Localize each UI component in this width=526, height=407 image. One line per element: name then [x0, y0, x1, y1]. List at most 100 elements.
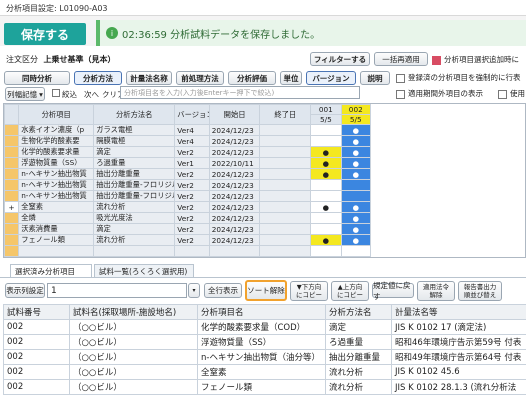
- cell-method[interactable]: 滴定: [93, 146, 176, 159]
- cell-version[interactable]: Ver2: [174, 190, 210, 203]
- grid-row[interactable]: + 全窒素 流れ分析 Ver2 2024/12/23 ● ●: [4, 201, 372, 214]
- reset-default-button[interactable]: 規定値に戻す: [372, 281, 414, 301]
- column-toggle-button[interactable]: 分析方法: [74, 71, 122, 85]
- cell-start[interactable]: 2024/12/23: [208, 135, 261, 148]
- cell-method[interactable]: 流れ分析: [93, 234, 176, 247]
- cell-sample-002[interactable]: [340, 245, 372, 257]
- cell-end[interactable]: [259, 179, 312, 192]
- cell-version[interactable]: Ver2: [174, 201, 210, 214]
- table-cell[interactable]: （○○ビル）: [69, 379, 198, 395]
- cell-sample-001[interactable]: ●: [310, 157, 342, 170]
- checkbox-icon[interactable]: [52, 89, 60, 97]
- cell-start[interactable]: 2024/12/23: [208, 179, 261, 192]
- cell-sample-001[interactable]: [310, 223, 342, 236]
- cell-version[interactable]: [174, 245, 210, 257]
- cell-start[interactable]: 2024/12/23: [208, 234, 261, 247]
- search-input[interactable]: 分析項目名を入力(入力後Enterキー押下で絞込): [120, 86, 360, 99]
- grid-row[interactable]: 化学的酸素要求量 滴定 Ver2 2024/12/23 ● ●: [4, 146, 372, 159]
- cell-item[interactable]: 水素イオン濃度（p: [18, 124, 95, 137]
- cell-start[interactable]: 2024/12/23: [208, 146, 261, 159]
- table-cell[interactable]: （○○ビル）: [69, 334, 198, 350]
- table-cell[interactable]: ろ過重量: [325, 334, 392, 350]
- force-display-option[interactable]: 登録済の分析項目を強制的に行表: [396, 72, 521, 83]
- table-cell[interactable]: 滴定: [325, 319, 392, 335]
- grid-row[interactable]: 水素イオン濃度（p ガラス電極 Ver4 2024/12/23 ●: [4, 124, 372, 137]
- cell-sample-002[interactable]: ●: [340, 168, 372, 181]
- cell-sample-001[interactable]: [310, 190, 342, 203]
- row-header[interactable]: [4, 234, 20, 247]
- col-header-regulation[interactable]: 計量法名等: [391, 304, 526, 320]
- table-cell[interactable]: 流れ分析: [325, 364, 392, 380]
- col-header-method-name[interactable]: 分析方法名: [325, 304, 392, 320]
- cell-item[interactable]: n-ヘキサン抽出物質: [18, 168, 95, 181]
- cell-version[interactable]: Ver2: [174, 146, 210, 159]
- table-cell[interactable]: 002: [3, 319, 70, 335]
- grid-row[interactable]: n-ヘキサン抽出物質 抽出分離重量-フロリジル Ver2 2024/12/23: [4, 179, 372, 192]
- tab-sample-list[interactable]: 試料一覧(ろくろく選択用): [94, 264, 194, 278]
- cell-end[interactable]: [259, 190, 312, 203]
- cell-version[interactable]: Ver1: [174, 157, 210, 170]
- table-row[interactable]: 002 （○○ビル） 化学的酸素要求量（COD） 滴定 JIS K 0102 17 (滴…: [3, 319, 526, 335]
- table-cell[interactable]: 昭和49年環境庁告示第64号 付表: [391, 349, 526, 365]
- table-cell[interactable]: フェノール類: [197, 379, 326, 395]
- checkbox-icon[interactable]: [396, 73, 405, 83]
- table-cell[interactable]: 化学的酸素要求量（COD）: [197, 319, 326, 335]
- cell-method[interactable]: 滴定: [93, 223, 176, 236]
- cell-start[interactable]: 2022/10/11: [208, 157, 261, 170]
- save-button[interactable]: 保存する: [4, 23, 86, 45]
- report-order-button[interactable]: 報告書出力 順並び替え: [458, 281, 502, 301]
- cell-sample-001[interactable]: ●: [310, 168, 342, 181]
- table-cell[interactable]: 002: [3, 349, 70, 365]
- column-toggle-button[interactable]: 同時分析: [4, 71, 70, 85]
- cell-sample-002[interactable]: ●: [340, 234, 372, 247]
- row-header[interactable]: [4, 190, 20, 203]
- table-cell[interactable]: 002: [3, 364, 70, 380]
- cell-version[interactable]: Ver4: [174, 124, 210, 137]
- grid-row[interactable]: フェノール類 流れ分析 Ver2 2024/12/23 ● ●: [4, 234, 372, 247]
- col-header-item-name[interactable]: 分析項目名: [197, 304, 326, 320]
- cell-end[interactable]: [259, 124, 312, 137]
- grid-row[interactable]: n-ヘキサン抽出物質 抽出分離重量-フロリジル Ver2 2024/12/23: [4, 190, 372, 203]
- table-row[interactable]: 002 （○○ビル） 浮遊物質量（SS） ろ過重量 昭和46年環境庁告示第59号 付表: [3, 334, 526, 350]
- column-toggle-button[interactable]: 分析評価: [228, 71, 276, 85]
- table-row[interactable]: 002 （○○ビル） フェノール類 流れ分析 JIS K 0102 28.1.3 (流れ…: [3, 379, 526, 395]
- cell-method[interactable]: 抽出分離重量-フロリジル: [93, 179, 176, 192]
- row-header[interactable]: [4, 245, 20, 257]
- table-cell[interactable]: （○○ビル）: [69, 319, 198, 335]
- checkbox-icon[interactable]: [498, 89, 507, 99]
- cell-item[interactable]: フェノール類: [18, 234, 95, 247]
- chevron-down-icon[interactable]: ▾: [188, 283, 200, 298]
- checkbox-icon[interactable]: [432, 55, 441, 65]
- col-header-item[interactable]: 分析項目: [18, 104, 95, 126]
- cell-method[interactable]: 抽出分離重量-フロリジル: [93, 190, 176, 203]
- copy-down-button[interactable]: ▼下方向 にコピー: [290, 281, 328, 301]
- cell-sample-002[interactable]: ●: [340, 135, 372, 148]
- cell-method[interactable]: 抽出分離重量: [93, 168, 176, 181]
- column-toggle-button[interactable]: 説明: [360, 71, 390, 85]
- cell-method[interactable]: ガラス電極: [93, 124, 176, 137]
- cell-start[interactable]: 2024/12/23: [208, 190, 261, 203]
- table-cell[interactable]: （○○ビル）: [69, 364, 198, 380]
- cell-version[interactable]: Ver4: [174, 135, 210, 148]
- row-header[interactable]: [4, 124, 20, 137]
- tab-selected-items[interactable]: 選択済み分析項目: [10, 264, 92, 278]
- display-columns-button[interactable]: 表示列設定: [5, 283, 45, 298]
- cell-item[interactable]: 全窒素: [18, 201, 95, 214]
- cell-end[interactable]: [259, 245, 312, 257]
- cell-sample-002[interactable]: [340, 179, 372, 192]
- column-width-button[interactable]: 列幅記憶 ▾: [5, 87, 45, 101]
- cell-version[interactable]: Ver2: [174, 234, 210, 247]
- cell-sample-001[interactable]: [310, 135, 342, 148]
- bulk-reapply-button[interactable]: 一括再適用: [374, 52, 428, 66]
- cell-end[interactable]: [259, 212, 312, 225]
- row-header[interactable]: [4, 168, 20, 181]
- column-toggle-button[interactable]: 単位: [280, 71, 302, 85]
- next-link[interactable]: 次へ: [84, 89, 99, 100]
- cell-sample-002[interactable]: [340, 190, 372, 203]
- cell-start[interactable]: 2024/12/23: [208, 168, 261, 181]
- cell-sample-001[interactable]: [310, 124, 342, 137]
- cell-method[interactable]: 隔膜電極: [93, 135, 176, 148]
- cell-end[interactable]: [259, 157, 312, 170]
- cell-item[interactable]: 全燐: [18, 212, 95, 225]
- cell-sample-002[interactable]: ●: [340, 223, 372, 236]
